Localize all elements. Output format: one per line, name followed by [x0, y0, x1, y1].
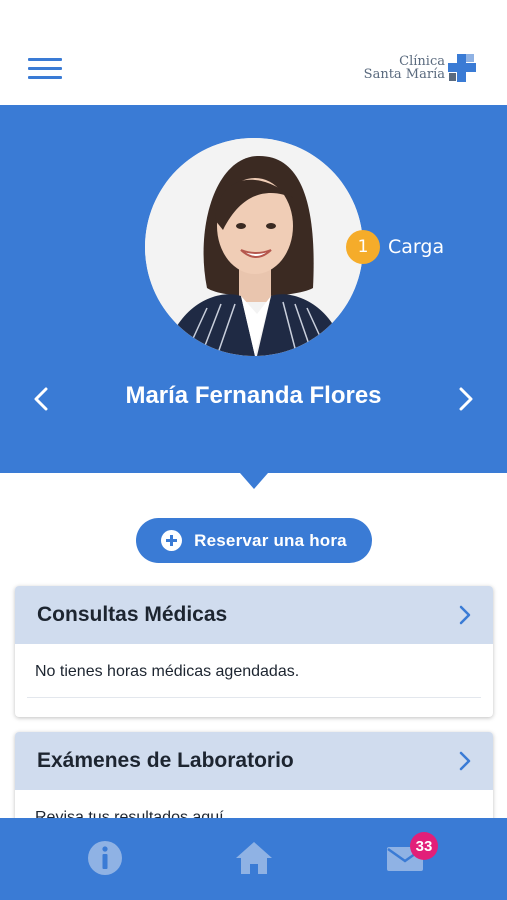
carga-indicator[interactable]: 1 Carga [346, 230, 444, 264]
card-header-examenes[interactable]: Exámenes de Laboratorio [15, 732, 493, 790]
card-title: Exámenes de Laboratorio [37, 749, 294, 772]
logo-line-2: Santa María [363, 67, 445, 82]
menu-bar [28, 67, 62, 70]
cross-icon [448, 54, 476, 82]
logo-text: Clínica Santa María [364, 55, 445, 81]
bottom-tab-bar [0, 818, 507, 900]
mail-count-badge: 33 [410, 832, 438, 860]
card-header-consultas[interactable]: Consultas Médicas [15, 586, 493, 644]
menu-bar [28, 58, 62, 61]
chevron-left-icon[interactable] [28, 385, 54, 413]
clinic-logo: Clínica Santa María [364, 52, 477, 84]
reserve-appointment-button[interactable]: Reservar una hora [136, 518, 372, 563]
avatar-photo [145, 138, 363, 356]
info-icon[interactable] [85, 838, 125, 878]
card-divider [27, 697, 481, 698]
carga-count-badge: 1 [346, 230, 380, 264]
chevron-right-icon[interactable] [453, 385, 479, 413]
menu-bar [28, 76, 62, 79]
profile-pointer [240, 473, 268, 489]
top-header: Clínica Santa María [0, 0, 507, 105]
plus-circle-icon [161, 530, 183, 551]
card-body-text: No tienes horas médicas agendadas. [35, 663, 300, 680]
card-title: Consultas Médicas [37, 603, 228, 626]
card-consultas-medicas: Consultas Médicas No tienes horas médica… [15, 586, 493, 717]
hamburger-menu-icon[interactable] [28, 58, 62, 82]
reserve-label: Reservar una hora [194, 530, 347, 550]
profile-name: María Fernanda Flores [125, 382, 382, 409]
home-icon[interactable] [234, 838, 274, 878]
chevron-right-icon [459, 751, 471, 771]
carga-label: Carga [388, 236, 445, 258]
chevron-right-icon [459, 605, 471, 625]
avatar[interactable] [145, 138, 363, 356]
